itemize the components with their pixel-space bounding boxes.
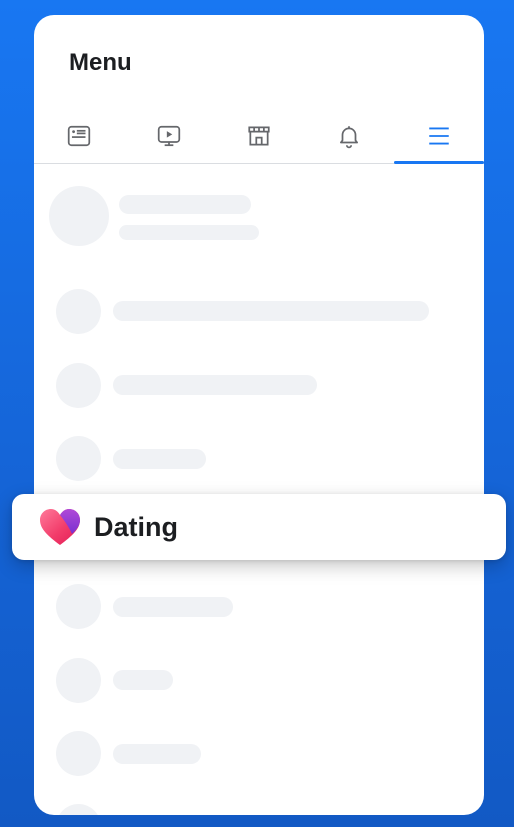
marketplace-icon: [248, 126, 270, 146]
menu-item-label-placeholder: [113, 449, 206, 469]
profile-name-placeholder: [119, 195, 251, 214]
watch-icon: [157, 125, 181, 147]
menu-item-label-placeholder: [113, 744, 201, 764]
menu-item-label-placeholder: [113, 375, 317, 395]
news-feed-icon: [67, 125, 91, 147]
tab-news-feed[interactable]: [34, 109, 124, 163]
tab-bar: [34, 109, 484, 164]
dating-heart-icon: [40, 509, 80, 545]
menu-item-icon-placeholder: [56, 289, 101, 334]
hamburger-menu-icon: [429, 127, 449, 145]
menu-item-icon-placeholder: [56, 804, 101, 815]
menu-item-label-placeholder: [113, 597, 233, 617]
tab-marketplace[interactable]: [214, 109, 304, 163]
tab-menu[interactable]: [394, 109, 484, 164]
menu-item-icon-placeholder: [56, 731, 101, 776]
menu-item-icon-placeholder: [56, 363, 101, 408]
profile-avatar-placeholder: [49, 186, 109, 246]
menu-item-label-placeholder: [113, 301, 429, 321]
menu-item-label-placeholder: [113, 670, 173, 690]
dating-shortcut[interactable]: Dating: [12, 494, 506, 560]
notifications-bell-icon: [340, 126, 358, 149]
profile-subtitle-placeholder: [119, 225, 259, 240]
page-title: Menu: [69, 49, 132, 76]
menu-item-icon-placeholder: [56, 584, 101, 629]
tab-notifications[interactable]: [304, 109, 394, 163]
tab-watch[interactable]: [124, 109, 214, 163]
menu-item-icon-placeholder: [56, 436, 101, 481]
dating-label: Dating: [94, 511, 178, 542]
menu-panel: Menu: [34, 15, 484, 815]
menu-item-icon-placeholder: [56, 658, 101, 703]
